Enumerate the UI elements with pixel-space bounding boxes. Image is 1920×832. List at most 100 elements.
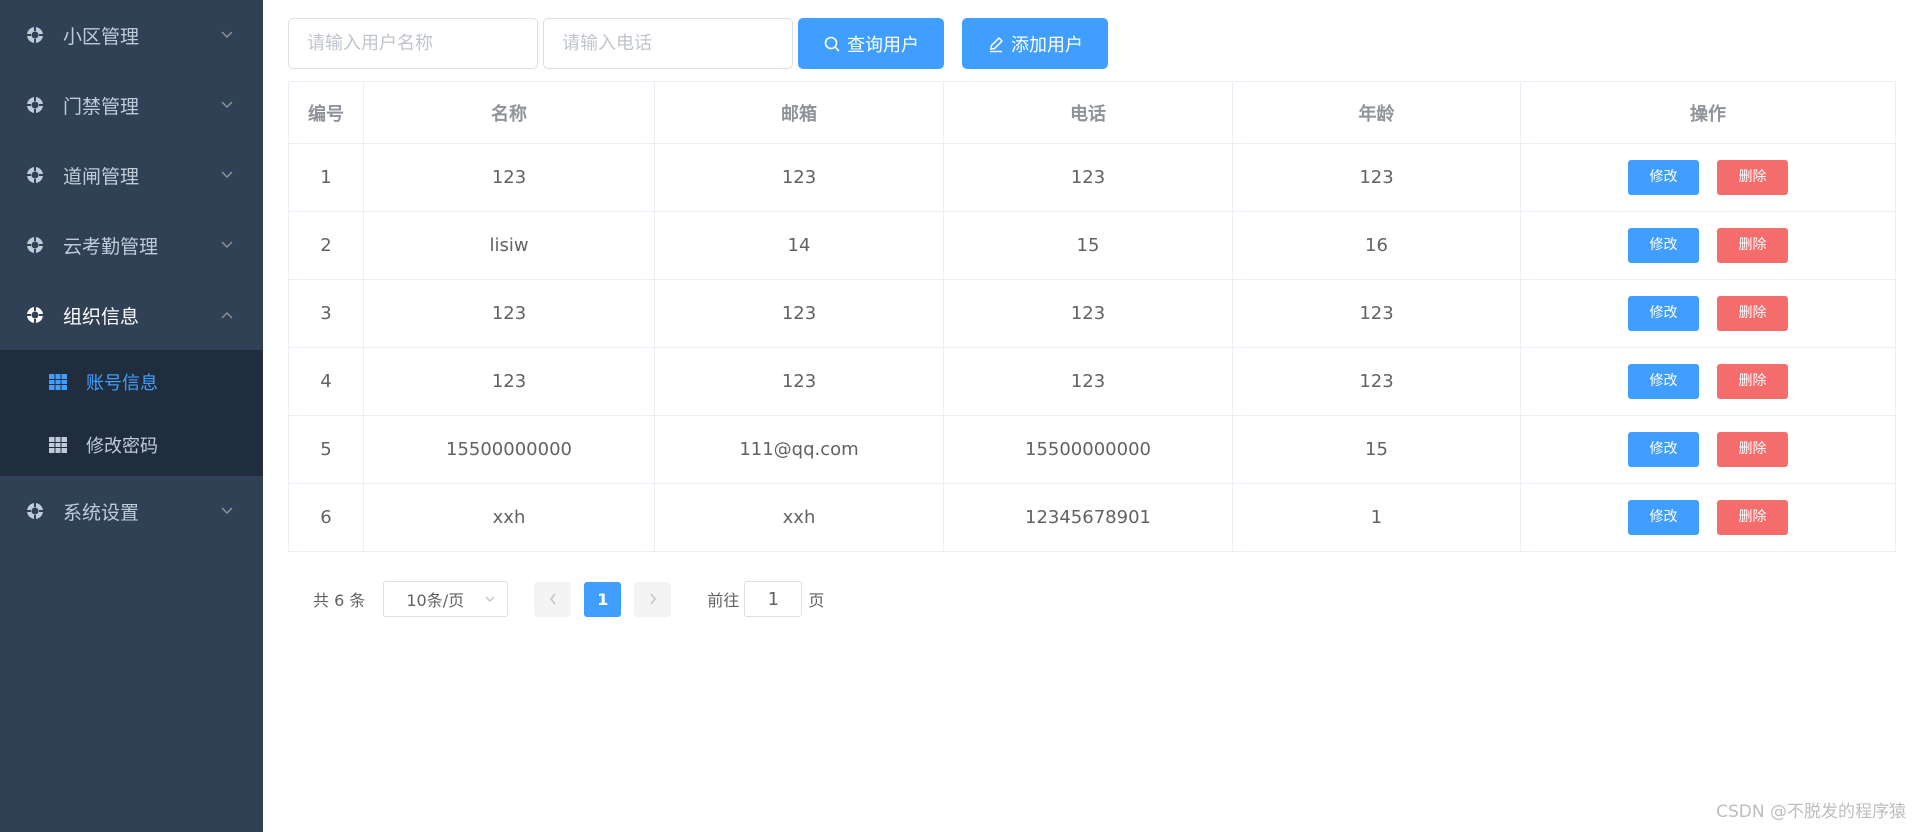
pagination-total: 共 6 条 xyxy=(313,591,366,610)
menu-access-control[interactable]: 门禁管理 xyxy=(0,70,263,140)
table-header-row: 编号 名称 邮箱 电话 年龄 操作 xyxy=(288,81,1896,144)
submenu-item-account-info[interactable]: 账号信息 xyxy=(0,350,263,413)
cell-name: lisiw xyxy=(363,211,655,280)
edit-button[interactable]: 修改 xyxy=(1628,296,1699,331)
chevron-down-icon xyxy=(219,237,235,253)
cell-id: 1 xyxy=(288,143,364,212)
table-row: 1 123 123 123 123 修改 删除 xyxy=(288,143,1896,212)
cell-age: 123 xyxy=(1232,347,1521,416)
cell-actions: 修改 删除 xyxy=(1520,143,1896,212)
prev-page-button[interactable] xyxy=(534,581,572,617)
sidebar: 小区管理 门禁管理 道闸管理 云考勤管理 组织信息 账号信息 修改密码 系统设置 xyxy=(0,0,263,832)
edit-button[interactable]: 修改 xyxy=(1628,160,1699,195)
menu-label: 小区管理 xyxy=(63,25,140,48)
submenu-label: 修改密码 xyxy=(86,435,158,457)
menu-community[interactable]: 小区管理 xyxy=(0,0,263,70)
chevron-down-icon xyxy=(219,97,235,113)
menu-organization[interactable]: 组织信息 xyxy=(0,280,263,350)
table-row: 5 15500000000 111@qq.com 15500000000 15 … xyxy=(288,415,1896,484)
cell-phone: 123 xyxy=(943,279,1233,348)
search-icon xyxy=(823,35,841,53)
page-size-select[interactable]: 10条/页 xyxy=(383,581,509,617)
header-id: 编号 xyxy=(288,81,364,144)
cell-phone: 123 xyxy=(943,143,1233,212)
cell-phone: 12345678901 xyxy=(943,483,1233,552)
watermark: CSDN @不脱发的程序猿 xyxy=(1716,802,1906,822)
chevron-left-icon xyxy=(549,593,556,605)
cell-id: 2 xyxy=(288,211,364,280)
next-page-button[interactable] xyxy=(634,581,672,617)
menu-label: 系统设置 xyxy=(63,501,140,524)
settings-icon xyxy=(25,305,45,325)
menu-system-settings[interactable]: 系统设置 xyxy=(0,476,263,546)
cell-age: 15 xyxy=(1232,415,1521,484)
table-row: 3 123 123 123 123 修改 删除 xyxy=(288,279,1896,348)
cell-age: 16 xyxy=(1232,211,1521,280)
goto-page-input[interactable] xyxy=(744,581,803,617)
cell-email: 123 xyxy=(654,347,944,416)
delete-button[interactable]: 删除 xyxy=(1717,160,1788,195)
header-actions: 操作 xyxy=(1520,81,1896,144)
edit-button[interactable]: 修改 xyxy=(1628,364,1699,399)
page-number-current[interactable]: 1 xyxy=(584,581,622,617)
cell-id: 3 xyxy=(288,279,364,348)
edit-button[interactable]: 修改 xyxy=(1628,432,1699,467)
cell-phone: 15 xyxy=(943,211,1233,280)
menu-label: 道闸管理 xyxy=(63,165,140,188)
header-name: 名称 xyxy=(363,81,655,144)
add-user-button[interactable]: 添加用户 xyxy=(962,18,1108,69)
menu-cloud-attendance[interactable]: 云考勤管理 xyxy=(0,210,263,280)
search-toolbar: 查询用户 添加用户 xyxy=(288,18,1108,69)
cell-actions: 修改 删除 xyxy=(1520,279,1896,348)
submenu-organization: 账号信息 修改密码 xyxy=(0,350,263,476)
cell-name: xxh xyxy=(363,483,655,552)
cell-id: 5 xyxy=(288,415,364,484)
menu-label: 门禁管理 xyxy=(63,95,140,118)
goto-label: 前往 xyxy=(707,591,740,610)
delete-button[interactable]: 删除 xyxy=(1717,500,1788,535)
cell-actions: 修改 删除 xyxy=(1520,347,1896,416)
edit-button[interactable]: 修改 xyxy=(1628,500,1699,535)
cell-name: 123 xyxy=(363,143,655,212)
chevron-down-icon xyxy=(219,27,235,43)
grid-icon xyxy=(49,436,67,453)
main-content: 查询用户 添加用户 编号 名称 邮箱 电话 年龄 操作 xyxy=(263,0,1920,832)
cell-actions: 修改 删除 xyxy=(1520,415,1896,484)
user-name-search-input[interactable] xyxy=(288,18,538,69)
menu-label: 云考勤管理 xyxy=(63,235,159,258)
cell-email: 14 xyxy=(654,211,944,280)
cell-id: 6 xyxy=(288,483,364,552)
cell-phone: 123 xyxy=(943,347,1233,416)
chevron-down-icon xyxy=(483,592,497,606)
cell-email: xxh xyxy=(654,483,944,552)
table-row: 4 123 123 123 123 修改 删除 xyxy=(288,347,1896,416)
menu-barrier-gate[interactable]: 道闸管理 xyxy=(0,140,263,210)
cell-id: 4 xyxy=(288,347,364,416)
grid-icon xyxy=(49,373,67,390)
edit-button[interactable]: 修改 xyxy=(1628,228,1699,263)
settings-icon xyxy=(25,165,45,185)
query-user-label: 查询用户 xyxy=(847,34,919,56)
pagination: 共 6 条 10条/页 1 前往 页 xyxy=(313,581,824,617)
cell-name: 123 xyxy=(363,279,655,348)
cell-email: 111@qq.com xyxy=(654,415,944,484)
submenu-item-change-password[interactable]: 修改密码 xyxy=(0,413,263,476)
delete-button[interactable]: 删除 xyxy=(1717,296,1788,331)
add-user-label: 添加用户 xyxy=(1011,34,1083,56)
page-unit-label: 页 xyxy=(808,591,825,610)
menu-label: 组织信息 xyxy=(63,305,140,328)
delete-button[interactable]: 删除 xyxy=(1717,228,1788,263)
cell-name: 123 xyxy=(363,347,655,416)
header-phone: 电话 xyxy=(943,81,1233,144)
user-table: 编号 名称 邮箱 电话 年龄 操作 1 123 123 123 123 修改 删除 xyxy=(288,81,1896,552)
chevron-down-icon xyxy=(219,503,235,519)
delete-button[interactable]: 删除 xyxy=(1717,364,1788,399)
delete-button[interactable]: 删除 xyxy=(1717,432,1788,467)
submenu-label: 账号信息 xyxy=(86,372,158,394)
cell-actions: 修改 删除 xyxy=(1520,211,1896,280)
page-size-value: 10条/页 xyxy=(406,591,465,610)
phone-search-input[interactable] xyxy=(543,18,793,69)
header-email: 邮箱 xyxy=(654,81,944,144)
query-user-button[interactable]: 查询用户 xyxy=(798,18,944,69)
settings-icon xyxy=(25,235,45,255)
